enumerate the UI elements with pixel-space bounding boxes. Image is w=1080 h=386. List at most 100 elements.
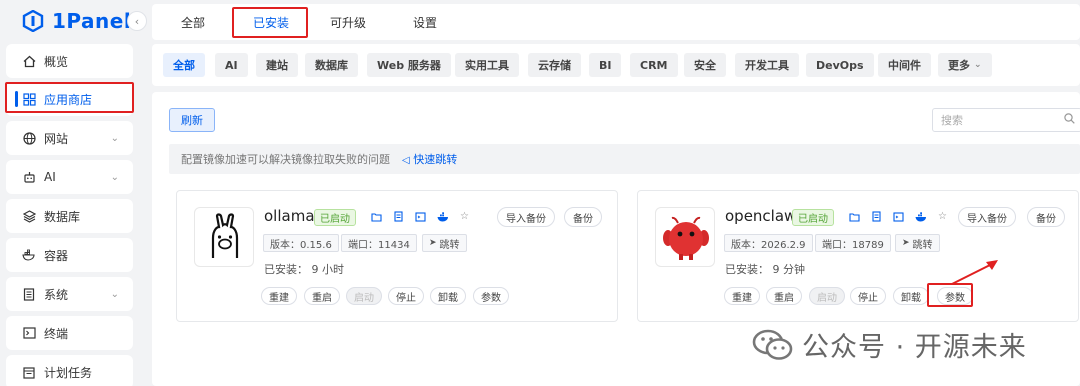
folder-icon[interactable] — [848, 210, 861, 223]
chevron-left-icon: ‹ — [134, 14, 140, 28]
terminal-icon[interactable] — [414, 210, 427, 223]
docker-icon — [22, 248, 36, 262]
watermark-text: 公众号 · 开源未来 — [802, 332, 1027, 363]
notice-text: 配置镜像加速可以解决镜像拉取失败的问题 — [181, 153, 390, 166]
refresh-button[interactable]: 刷新 — [169, 108, 215, 132]
sidebar-item-terminal[interactable]: 终端 — [6, 316, 133, 350]
category-website[interactable]: 建站 — [256, 53, 298, 77]
sidebar-item-label: 数据库 — [44, 209, 81, 224]
sidebar-item-label: 容器 — [44, 248, 69, 263]
home-icon — [22, 54, 36, 68]
category-database[interactable]: 数据库 — [305, 53, 358, 77]
folder-icon[interactable] — [370, 210, 383, 223]
sidebar-item-system[interactable]: 系统 ⌄ — [6, 277, 133, 311]
sidebar-item-container[interactable]: 容器 — [6, 238, 133, 272]
sidebar-item-website[interactable]: 网站 ⌄ — [6, 121, 133, 155]
terminal-icon[interactable] — [892, 210, 905, 223]
jump-link[interactable]: ➤ 跳转 — [895, 234, 940, 252]
globe-icon — [22, 131, 36, 145]
category-all[interactable]: 全部 — [163, 53, 205, 77]
quick-jump-link[interactable]: ◁ 快速跳转 — [402, 151, 457, 167]
start-button[interactable]: 启动 — [809, 287, 845, 305]
app-logo[interactable]: 1Panel — [22, 8, 131, 34]
openclaw-logo-icon — [655, 207, 715, 267]
document-icon[interactable] — [392, 210, 405, 223]
chevron-down-icon: ⌄ — [110, 132, 119, 144]
sidebar: 1Panel ‹ 概览 应用商店 网站 ⌄ AI ⌄ 数据库 容器 系统 ⌄ 终… — [0, 0, 147, 386]
import-backup-button[interactable]: 导入备份 — [497, 207, 555, 227]
sidebar-item-cron[interactable]: 计划任务 — [6, 355, 133, 386]
logo-text: 1Panel — [52, 9, 132, 33]
port-tag: 端口：18789 — [815, 234, 891, 252]
uninstall-button[interactable]: 卸载 — [893, 287, 929, 305]
status-badge: 已启动 — [792, 209, 834, 226]
highlight-box — [232, 7, 308, 38]
app-card-ollama: ollama 已启动 ☆ 导入备份 备份 版本：0.15.6 端口：11434 … — [176, 190, 618, 322]
backup-button[interactable]: 备份 — [564, 207, 602, 227]
tab-all[interactable]: 全部 — [181, 4, 205, 40]
category-bi[interactable]: BI — [589, 53, 622, 77]
category-crm[interactable]: CRM — [630, 53, 678, 77]
docker-icon[interactable] — [914, 210, 927, 223]
port-tag: 端口：11434 — [341, 234, 417, 252]
search-placeholder: 搜索 — [941, 114, 963, 127]
app-tool-icons: ☆ — [370, 210, 471, 223]
sidebar-item-database[interactable]: 数据库 — [6, 199, 133, 233]
category-security[interactable]: 安全 — [684, 53, 726, 77]
backup-button[interactable]: 备份 — [1027, 207, 1065, 227]
category-dev-tools[interactable]: 开发工具 — [735, 53, 799, 77]
send-icon: ➤ — [902, 238, 910, 248]
category-more[interactable]: 更多 ⌄ — [938, 53, 992, 77]
stop-button[interactable]: 停止 — [850, 287, 886, 305]
installed-time: 已安装： 9 分钟 — [725, 263, 805, 276]
params-button[interactable]: 参数 — [473, 287, 509, 305]
app-card-openclaw: openclaw 已启动 ☆ 导入备份 备份 版本：2026.2.9 端口：18… — [637, 190, 1079, 322]
category-ai[interactable]: AI — [215, 53, 248, 77]
category-middleware[interactable]: 中间件 — [878, 53, 931, 77]
jump-label: 跳转 — [912, 239, 933, 251]
mirror-notice: 配置镜像加速可以解决镜像拉取失败的问题 ◁ 快速跳转 — [169, 144, 1080, 174]
star-icon[interactable]: ☆ — [458, 210, 471, 223]
category-devops[interactable]: DevOps — [806, 53, 874, 77]
sidebar-item-overview[interactable]: 概览 — [6, 44, 133, 78]
uninstall-button[interactable]: 卸载 — [430, 287, 466, 305]
start-button[interactable]: 启动 — [346, 287, 382, 305]
document-icon[interactable] — [870, 210, 883, 223]
stop-button[interactable]: 停止 — [388, 287, 424, 305]
sidebar-item-ai[interactable]: AI ⌄ — [6, 160, 133, 194]
version-tag: 版本：2026.2.9 — [724, 234, 813, 252]
ollama-logo-icon — [194, 207, 254, 267]
sidebar-item-label: AI — [44, 170, 56, 184]
category-utilities[interactable]: 实用工具 — [455, 53, 519, 77]
jump-link[interactable]: ➤ 跳转 — [422, 234, 467, 252]
jump-label: 跳转 — [439, 239, 460, 251]
rebuild-button[interactable]: 重建 — [261, 287, 297, 305]
more-label: 更多 — [948, 59, 970, 72]
rebuild-button[interactable]: 重建 — [724, 287, 760, 305]
category-web-server[interactable]: Web 服务器 — [367, 53, 451, 77]
chevron-down-icon: ⌄ — [974, 60, 982, 70]
collapse-sidebar-button[interactable]: ‹ — [127, 11, 147, 31]
restart-button[interactable]: 重启 — [766, 287, 802, 305]
search-icon — [1064, 113, 1075, 127]
tab-upgradable[interactable]: 可升级 — [330, 4, 366, 40]
wechat-icon — [752, 327, 794, 363]
quick-jump-label: 快速跳转 — [413, 153, 458, 166]
highlight-box — [5, 82, 134, 113]
docker-icon[interactable] — [436, 210, 449, 223]
restart-button[interactable]: 重启 — [304, 287, 340, 305]
version-tag: 版本：0.15.6 — [263, 234, 339, 252]
app-tool-icons: ☆ — [848, 210, 949, 223]
star-icon[interactable]: ☆ — [936, 210, 949, 223]
tab-settings[interactable]: 设置 — [413, 4, 437, 40]
app-name: openclaw — [725, 207, 797, 225]
search-input[interactable]: 搜索 — [932, 108, 1080, 132]
sidebar-item-label: 系统 — [44, 287, 69, 302]
category-cloud-storage[interactable]: 云存储 — [528, 53, 581, 77]
import-backup-button[interactable]: 导入备份 — [958, 207, 1016, 227]
wechat-watermark: 公众号 · 开源未来 — [752, 325, 1027, 364]
installed-time: 已安装： 9 小时 — [264, 263, 344, 276]
file-icon — [22, 287, 36, 301]
sidebar-item-label: 计划任务 — [44, 365, 93, 380]
annotation-arrow-icon — [946, 258, 1002, 291]
